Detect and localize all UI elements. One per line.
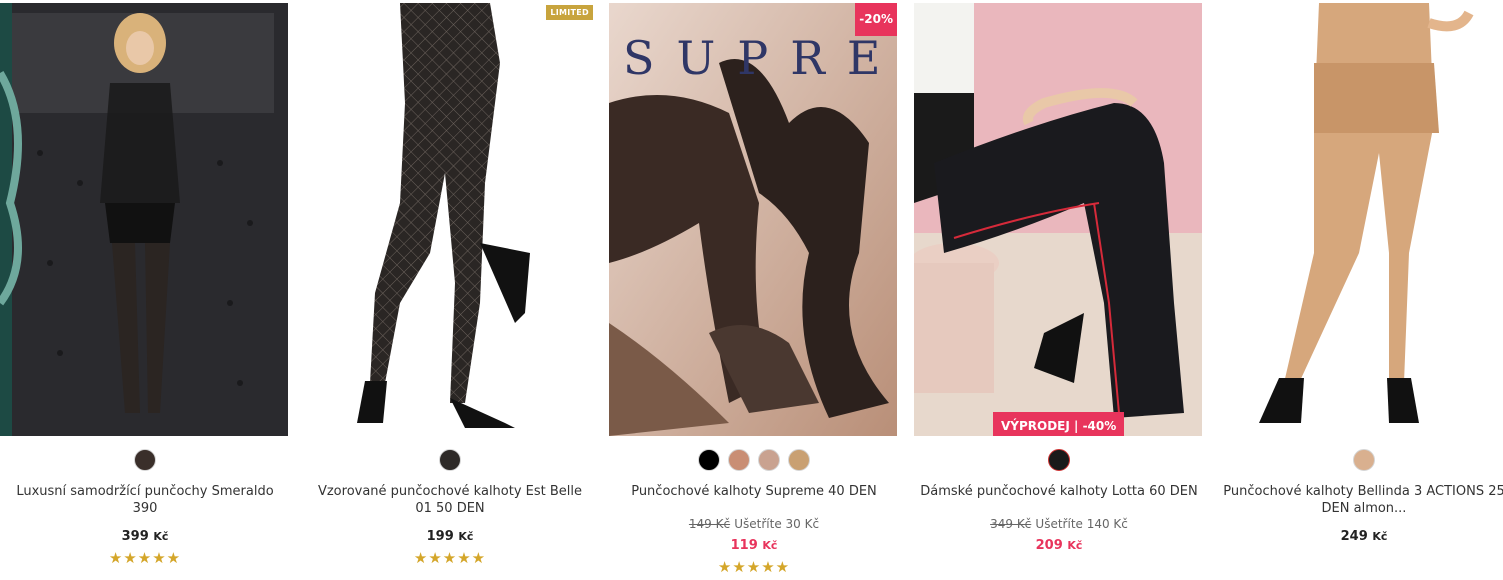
product-name[interactable]: Dámské punčochové kalhoty Lotta 60 DEN [914, 483, 1204, 517]
price-value: 249 [1340, 529, 1368, 544]
sale-price: 209 Kč [914, 538, 1204, 553]
color-swatch[interactable] [758, 449, 780, 471]
price-value: 399 [121, 529, 149, 544]
price-value: 119 [730, 538, 758, 553]
rating-stars: ★★★★★ [413, 549, 487, 567]
price-currency: Kč [762, 539, 778, 552]
product-image[interactable]: VÝPRODEJ | -40% [914, 3, 1202, 436]
product-image[interactable] [0, 3, 288, 436]
limited-badge: LIMITED [546, 5, 593, 20]
product-card[interactable]: SUPREM -20% Punčochové kalhoty Supreme 4… [609, 3, 899, 576]
color-swatch[interactable] [1048, 449, 1070, 471]
old-price: 149 Kč [688, 517, 731, 531]
price-currency: Kč [458, 530, 474, 543]
rating-stars: ★★★★★ [717, 558, 791, 576]
color-swatches [914, 449, 1204, 473]
rating-stars: ★★★★★ [108, 549, 182, 567]
product-name[interactable]: Luxusní samodržící punčochy Smeraldo 390 [0, 483, 290, 517]
color-swatches [0, 449, 290, 473]
old-price-row: 349 Kč Ušetříte 140 Kč [914, 517, 1204, 532]
color-swatches [1219, 449, 1503, 473]
color-swatch-black[interactable] [698, 449, 720, 471]
color-swatches [305, 449, 595, 473]
color-swatch[interactable] [134, 449, 156, 471]
brand-logo-text: SUPREM [623, 31, 897, 85]
price-currency: Kč [1067, 539, 1083, 552]
product-name[interactable]: Punčochové kalhoty Bellinda 3 ACTIONS 25… [1219, 483, 1503, 517]
savings-text: Ušetříte 30 Kč [734, 517, 820, 531]
price-currency: Kč [153, 530, 169, 543]
price-block: 199 Kč [305, 529, 595, 544]
product-image[interactable]: SUPREM -20% [609, 3, 897, 436]
product-card[interactable]: Punčochové kalhoty Bellinda 3 ACTIONS 25… [1219, 3, 1503, 544]
color-swatch[interactable] [1353, 449, 1375, 471]
color-swatch[interactable] [788, 449, 810, 471]
product-card[interactable]: Luxusní samodržící punčochy Smeraldo 390… [0, 3, 290, 567]
product-name[interactable]: Punčochové kalhoty Supreme 40 DEN [609, 483, 899, 517]
product-card[interactable]: VÝPRODEJ | -40% Dámské punčochové kalhot… [914, 3, 1204, 553]
product-name[interactable]: Vzorované punčochové kalhoty Est Belle 0… [305, 483, 595, 517]
product-image[interactable]: LIMITED [305, 3, 593, 436]
discount-badge: -20% [855, 3, 897, 36]
color-swatch[interactable] [439, 449, 461, 471]
savings-text: Ušetříte 140 Kč [1035, 517, 1128, 531]
old-price-row: 149 Kč Ušetříte 30 Kč [609, 517, 899, 532]
product-price: 199 Kč [305, 529, 595, 544]
sale-price: 119 Kč [609, 538, 899, 553]
product-grid: Luxusní samodržící punčochy Smeraldo 390… [0, 0, 1503, 580]
product-price: 249 Kč [1219, 529, 1503, 544]
price-value: 209 [1035, 538, 1063, 553]
sale-badge: VÝPRODEJ | -40% [993, 412, 1125, 436]
price-block: 399 Kč [0, 529, 290, 544]
color-swatch[interactable] [728, 449, 750, 471]
price-block: 349 Kč Ušetříte 140 Kč 209 Kč [914, 517, 1204, 553]
price-currency: Kč [1372, 530, 1388, 543]
product-price: 399 Kč [0, 529, 290, 544]
color-swatches [609, 449, 899, 473]
product-image[interactable] [1219, 3, 1503, 436]
price-value: 199 [426, 529, 454, 544]
price-block: 149 Kč Ušetříte 30 Kč 119 Kč [609, 517, 899, 553]
product-card[interactable]: LIMITED Vzorované punčochové kalhoty Est… [305, 3, 595, 567]
price-block: 249 Kč [1219, 529, 1503, 544]
old-price: 349 Kč [990, 517, 1032, 531]
